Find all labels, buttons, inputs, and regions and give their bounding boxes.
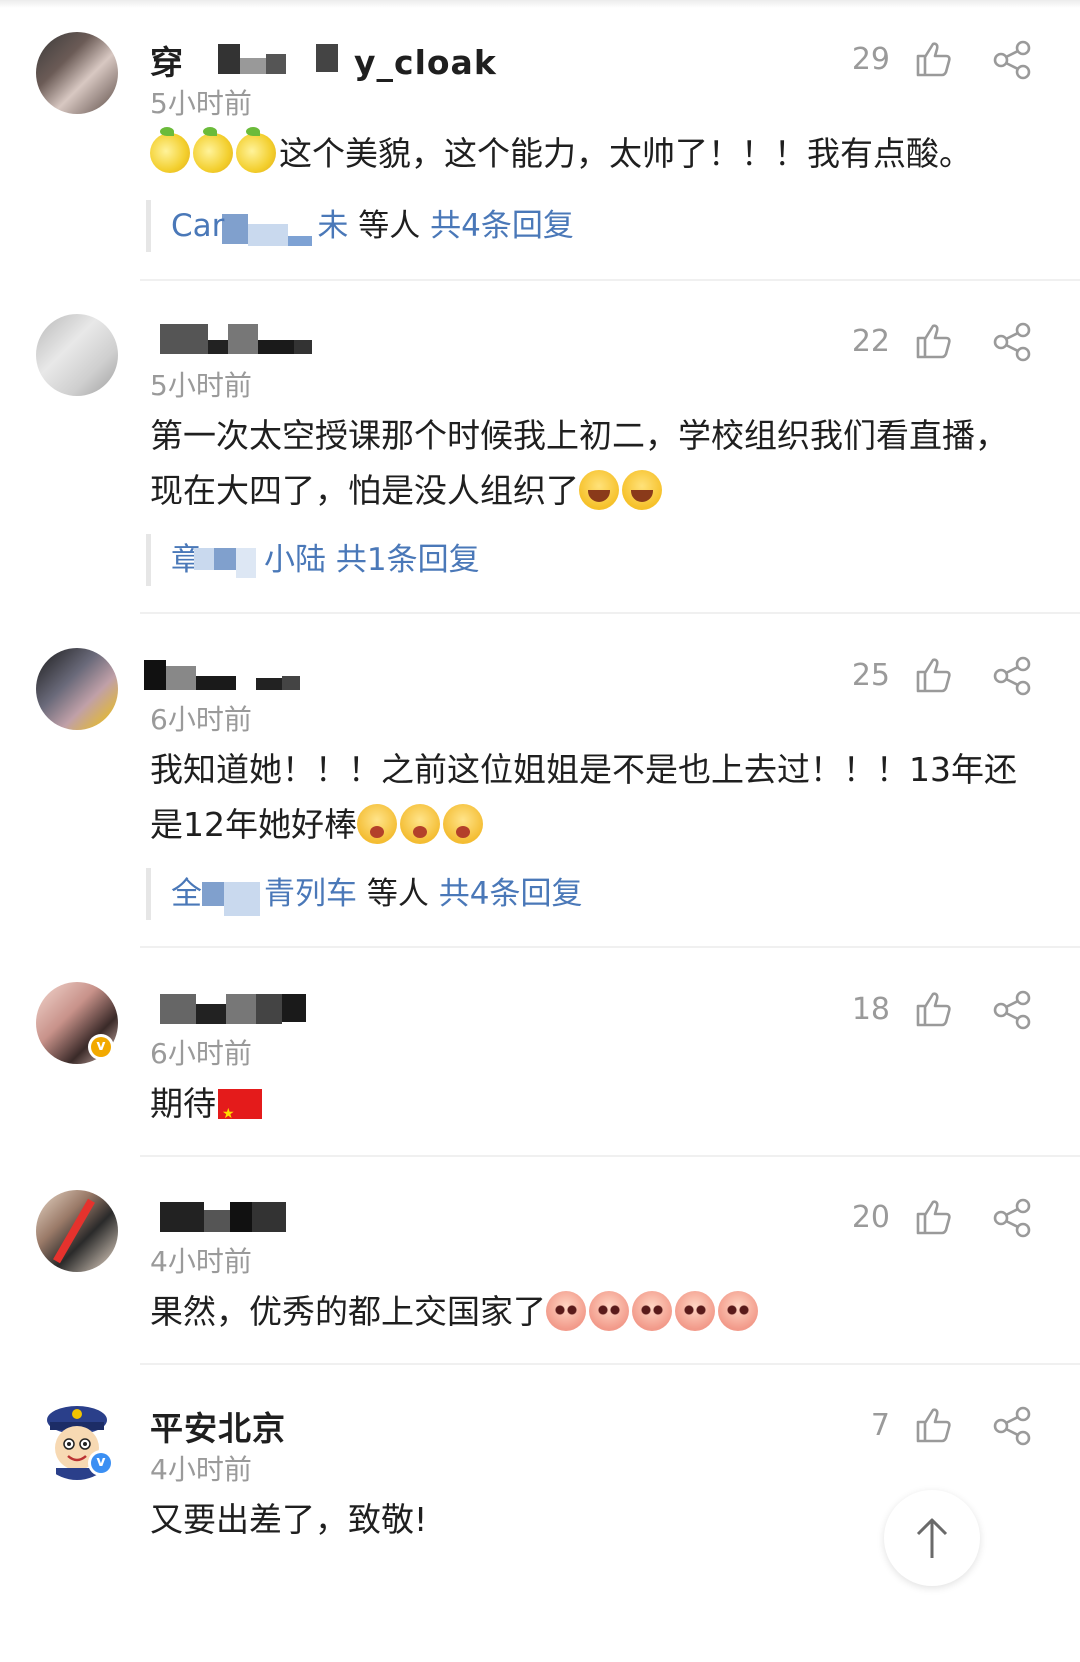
thumbs-up-icon[interactable] [914,1406,952,1444]
lemon-emoji-icon [236,127,276,173]
comment-text: 果然，优秀的都上交国家了 [150,1284,1050,1339]
blurred-reply-mosaic [194,548,256,578]
thumbs-up-icon[interactable] [914,40,952,78]
divider [140,1363,1080,1365]
divider [140,612,1080,614]
avatar[interactable] [36,314,118,396]
timestamp: 4小时前 [150,1453,252,1486]
share-icon[interactable] [992,1406,1032,1446]
verified-badge-icon [88,1450,114,1476]
lemon-emoji-icon [193,127,233,173]
reply-count[interactable]: 共4条回复 [439,876,583,912]
like-count: 7 [870,1408,890,1443]
blurred-username-mosaic [144,660,300,690]
comment-text: 第一次太空授课那个时候我上初二，学校组织我们看直播， 现在大四了，怕是没人组织了 [150,416,1008,510]
blurred-username-mosaic [160,324,312,354]
share-icon[interactable] [992,322,1032,362]
like-count: 22 [851,324,890,359]
laugh-cry-emoji-icon [579,470,619,510]
reply-etc: 等人 [366,876,429,912]
thumbs-up-icon[interactable] [914,1198,952,1236]
username[interactable]: 平安北京 [150,1402,286,1450]
blurred-reply-mosaic [222,214,312,246]
crying-emoji-icon [357,804,397,844]
share-icon[interactable] [992,40,1032,80]
avatar[interactable] [36,648,118,730]
share-icon[interactable] [992,1198,1032,1238]
comment-text: 我知道她！！！之前这位姐姐是不是也上去过！！！13年还 是12年她好棒 [150,750,1017,844]
reply-etc: 等人 [358,208,421,244]
reply-names[interactable]: 全 青列车 [171,876,357,912]
like-count: 29 [851,42,890,77]
blurred-username-mosaic [160,1202,286,1232]
octopus-emoji-icon [632,1291,672,1331]
arrow-up-icon [916,1518,948,1558]
blurred-reply-mosaic [202,882,260,916]
reply-count[interactable]: 共4条回复 [430,208,574,244]
share-icon[interactable] [992,990,1032,1030]
timestamp: 6小时前 [150,1037,252,1070]
avatar[interactable] [36,32,118,114]
lemon-emoji-icon [150,127,190,173]
divider [140,279,1080,281]
verified-badge-icon [88,1034,114,1060]
divider [140,1155,1080,1157]
comment-text: 这个美貌，这个能力，太帅了！！！我有点酸。 [150,126,1050,181]
thumbs-up-icon[interactable] [914,322,952,360]
reply-count[interactable]: 共1条回复 [336,542,480,578]
share-icon[interactable] [992,656,1032,696]
like-count: 18 [851,992,890,1027]
top-shadow [0,0,1080,8]
thumbs-up-icon[interactable] [914,990,952,1028]
like-count: 20 [851,1200,890,1235]
timestamp: 4小时前 [150,1245,252,1278]
octopus-emoji-icon [675,1291,715,1331]
timestamp: 5小时前 [150,87,252,120]
thumbs-up-icon[interactable] [914,656,952,694]
timestamp: 5小时前 [150,369,252,402]
octopus-emoji-icon [718,1291,758,1331]
octopus-emoji-icon [546,1291,586,1331]
timestamp: 6小时前 [150,703,252,736]
reply-summary[interactable]: Car 未 等人 共4条回复 [146,200,574,252]
laugh-cry-emoji-icon [622,470,662,510]
blurred-username-mosaic [200,44,338,74]
divider [140,946,1080,948]
octopus-emoji-icon [589,1291,629,1331]
like-count: 25 [851,658,890,693]
comment-text: 期待 [150,1076,1050,1142]
crying-emoji-icon [443,804,483,844]
china-flag-icon [218,1087,262,1142]
scroll-to-top-button[interactable] [884,1490,980,1586]
blurred-username-mosaic [160,994,306,1024]
crying-emoji-icon [400,804,440,844]
